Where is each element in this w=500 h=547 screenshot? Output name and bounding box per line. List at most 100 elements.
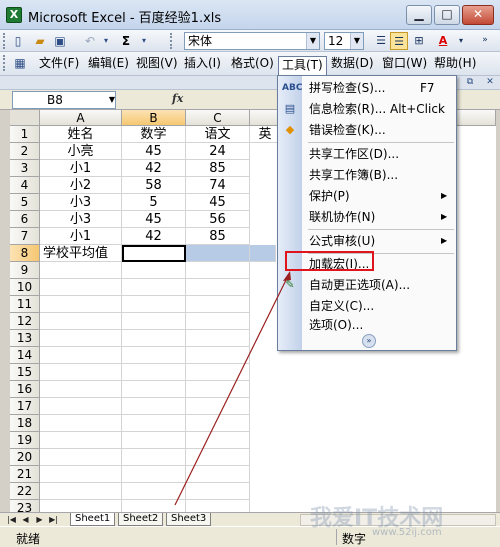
- toolbar-grip[interactable]: [3, 33, 6, 49]
- maximize-button[interactable]: □: [434, 5, 460, 25]
- cell-c3[interactable]: 85: [186, 160, 250, 177]
- row-header[interactable]: 22: [10, 483, 40, 500]
- empty-cell[interactable]: [40, 262, 122, 279]
- empty-cell[interactable]: [40, 483, 122, 500]
- row-header[interactable]: 1: [10, 126, 40, 143]
- row-header[interactable]: 20: [10, 449, 40, 466]
- menu-item-protection[interactable]: 保护(P) ▶: [278, 186, 456, 206]
- excel-app-icon[interactable]: X: [6, 7, 22, 23]
- row-header[interactable]: 12: [10, 313, 40, 330]
- save-icon[interactable]: ▣: [52, 33, 68, 49]
- cell-c1[interactable]: 语文: [186, 126, 250, 143]
- select-all-corner[interactable]: [10, 110, 40, 126]
- empty-cell[interactable]: [122, 262, 186, 279]
- next-sheet-icon[interactable]: ▶: [34, 514, 45, 526]
- empty-cell[interactable]: [122, 449, 186, 466]
- menu-edit[interactable]: 编辑(E): [85, 55, 132, 73]
- workbook-icon[interactable]: ▦: [12, 55, 28, 71]
- row-header[interactable]: 19: [10, 432, 40, 449]
- menu-item-autocorrect[interactable]: ✎ 自动更正选项(A)...: [278, 275, 456, 295]
- empty-cell[interactable]: [40, 432, 122, 449]
- close-workbook-icon[interactable]: ✕: [482, 74, 498, 90]
- row-header[interactable]: 15: [10, 364, 40, 381]
- menu-item-spelling[interactable]: ABC 拼写检查(S)... F7: [278, 78, 456, 98]
- empty-cell[interactable]: [122, 364, 186, 381]
- cell-a2[interactable]: 小亮: [40, 143, 122, 160]
- menu-item-research[interactable]: ▤ 信息检索(R)... Alt+Click: [278, 99, 456, 119]
- cell-b4[interactable]: 58: [122, 177, 186, 194]
- empty-cell[interactable]: [122, 415, 186, 432]
- empty-cell[interactable]: [186, 347, 250, 364]
- empty-cell[interactable]: [40, 398, 122, 415]
- empty-cell[interactable]: [186, 296, 250, 313]
- row-header[interactable]: 3: [10, 160, 40, 177]
- font-size-combo[interactable]: 12 ▼: [324, 32, 364, 50]
- empty-cell[interactable]: [40, 330, 122, 347]
- cell-a4[interactable]: 小2: [40, 177, 122, 194]
- menu-item-customize[interactable]: 自定义(C)...: [278, 296, 456, 316]
- row-header[interactable]: 23: [10, 500, 40, 512]
- empty-cell[interactable]: [186, 415, 250, 432]
- cell-c2[interactable]: 24: [186, 143, 250, 160]
- menu-item-options[interactable]: 选项(O)...: [278, 315, 456, 335]
- menu-data[interactable]: 数据(D): [328, 55, 377, 73]
- restore-window-icon[interactable]: ⧉: [462, 74, 478, 90]
- row-header[interactable]: 6: [10, 211, 40, 228]
- empty-cell[interactable]: [186, 466, 250, 483]
- empty-cell[interactable]: [186, 500, 250, 512]
- menu-item-share-workbook[interactable]: 共享工作簿(B)...: [278, 165, 456, 185]
- menu-help[interactable]: 帮助(H): [431, 55, 479, 73]
- autosum-button[interactable]: Σ: [118, 33, 134, 49]
- empty-cell[interactable]: [40, 449, 122, 466]
- menu-insert[interactable]: 插入(I): [181, 55, 224, 73]
- cell-c5[interactable]: 45: [186, 194, 250, 211]
- menubar-grip[interactable]: [3, 55, 6, 71]
- empty-cell[interactable]: [186, 483, 250, 500]
- fx-icon[interactable]: fx: [172, 92, 183, 105]
- row-header[interactable]: 5: [10, 194, 40, 211]
- column-header-c[interactable]: C: [186, 110, 250, 126]
- align-left-icon[interactable]: ☰: [372, 32, 390, 50]
- empty-cell[interactable]: [186, 330, 250, 347]
- row-header[interactable]: 2: [10, 143, 40, 160]
- empty-cell[interactable]: [122, 381, 186, 398]
- empty-cell[interactable]: [186, 313, 250, 330]
- empty-cell[interactable]: [186, 279, 250, 296]
- chevron-down-icon[interactable]: ▼: [350, 33, 363, 49]
- cell-a1[interactable]: 姓名: [40, 126, 122, 143]
- autosum-dropdown-icon[interactable]: ▾: [136, 33, 152, 49]
- cell-a7[interactable]: 小1: [40, 228, 122, 245]
- expand-menu-icon[interactable]: »: [362, 334, 376, 348]
- empty-cell[interactable]: [40, 313, 122, 330]
- empty-cell[interactable]: [122, 296, 186, 313]
- toolbar-grip-2[interactable]: [170, 33, 173, 49]
- menu-item-formula-auditing[interactable]: 公式审核(U) ▶: [278, 231, 456, 251]
- empty-cell[interactable]: [122, 313, 186, 330]
- row-header[interactable]: 11: [10, 296, 40, 313]
- empty-cell[interactable]: [40, 415, 122, 432]
- cell-c4[interactable]: 74: [186, 177, 250, 194]
- row-header[interactable]: 10: [10, 279, 40, 296]
- row-header[interactable]: 14: [10, 347, 40, 364]
- empty-cell[interactable]: [40, 364, 122, 381]
- menu-item-online-collab[interactable]: 联机协作(N) ▶: [278, 207, 456, 227]
- row-header[interactable]: 21: [10, 466, 40, 483]
- cell-c8[interactable]: [186, 245, 250, 262]
- font-name-combo[interactable]: 宋体 ▼: [184, 32, 320, 50]
- sheet-tab-1[interactable]: Sheet1: [70, 513, 116, 526]
- empty-cell[interactable]: [40, 296, 122, 313]
- empty-cell[interactable]: [40, 279, 122, 296]
- row-header[interactable]: 9: [10, 262, 40, 279]
- empty-cell[interactable]: [122, 347, 186, 364]
- cell-b5[interactable]: 5: [122, 194, 186, 211]
- close-button[interactable]: ✕: [462, 5, 494, 25]
- row-header[interactable]: 4: [10, 177, 40, 194]
- menu-item-shared-workspace[interactable]: 共享工作区(D)...: [278, 144, 456, 164]
- cell-a8[interactable]: 学校平均值: [40, 245, 122, 262]
- first-sheet-icon[interactable]: |◀: [6, 514, 17, 526]
- undo-icon[interactable]: ↶: [82, 33, 98, 49]
- undo-dropdown-icon[interactable]: ▾: [98, 33, 114, 49]
- cell-b3[interactable]: 42: [122, 160, 186, 177]
- open-folder-icon[interactable]: ▰: [32, 33, 48, 49]
- cell-d8-selected[interactable]: [250, 245, 276, 262]
